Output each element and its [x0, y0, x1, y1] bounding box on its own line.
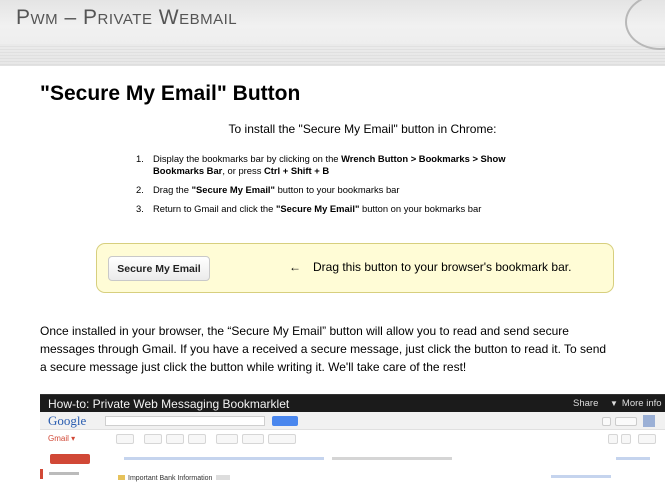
- drag-hint-text: Drag this button to your browser's bookm…: [313, 260, 572, 274]
- install-intro: To install the "Secure My Email" button …: [228, 122, 497, 136]
- video-more-info-button[interactable]: ▼ More info: [610, 398, 662, 409]
- gmail-row-meta: [551, 475, 611, 478]
- gmail-notice-line: [616, 457, 650, 460]
- folder-icon: [118, 475, 125, 480]
- gmail-notice-line: [332, 457, 452, 460]
- step-2: 2. Drag the "Secure My Email" button to …: [136, 184, 400, 195]
- toolbar-button: [166, 434, 184, 444]
- video-title-bar: How-to: Private Web Messaging Bookmarkle…: [40, 395, 665, 412]
- google-logo: Google: [48, 413, 87, 428]
- video-title[interactable]: How-to: Private Web Messaging Bookmarkle…: [48, 397, 289, 411]
- site-brand[interactable]: Pwm – Private Webmail: [16, 6, 237, 30]
- drag-hint: ← Drag this button to your browser's book…: [289, 260, 571, 274]
- toolbar-button: [242, 434, 264, 444]
- toolbar-button: [188, 434, 206, 444]
- gmail-inbox-item: [40, 469, 80, 479]
- bookmarklet-drag-box: Secure My Email ← Drag this button to you…: [96, 243, 614, 293]
- video-player[interactable]: How-to: Private Web Messaging Bookmarkle…: [40, 394, 665, 482]
- toolbar-button: [144, 434, 162, 444]
- toolbar-button: [268, 434, 296, 444]
- site-header: Pwm – Private Webmail: [0, 0, 665, 66]
- secure-my-email-button[interactable]: Secure My Email: [108, 256, 210, 281]
- header-decoration: [625, 0, 665, 50]
- gear-icon: [638, 434, 656, 444]
- page-title: "Secure My Email" Button: [40, 82, 301, 105]
- gmail-share-pill: [615, 417, 637, 426]
- gmail-compose-button: [50, 454, 90, 464]
- chevron-down-icon: ▼: [610, 399, 618, 408]
- gmail-email-row: Important Bank Information: [118, 475, 231, 482]
- step-1: 1. Display the bookmarks bar by clicking…: [136, 153, 506, 176]
- toolbar-button: [621, 434, 631, 444]
- install-steps: 1. Display the bookmarks bar by clicking…: [136, 153, 556, 222]
- toolbar-button: [116, 434, 134, 444]
- toolbar-button: [608, 434, 618, 444]
- gmail-label: Gmail ▾: [48, 434, 76, 443]
- video-share-button[interactable]: Share: [573, 398, 598, 409]
- gmail-search-button: [272, 416, 298, 426]
- gmail-search-field: [105, 416, 265, 426]
- left-arrow-icon: ←: [289, 260, 301, 274]
- gmail-share-pill: [602, 417, 611, 426]
- description: Once installed in your browser, the “Sec…: [40, 324, 607, 374]
- gmail-notice-line: [124, 457, 324, 460]
- toolbar-button: [216, 434, 238, 444]
- label-tag: [216, 475, 231, 480]
- avatar: [643, 415, 655, 427]
- gmail-top-bar: Google: [40, 412, 665, 430]
- step-3: 3. Return to Gmail and click the "Secure…: [136, 203, 482, 214]
- gmail-toolbar: Gmail ▾: [40, 431, 665, 447]
